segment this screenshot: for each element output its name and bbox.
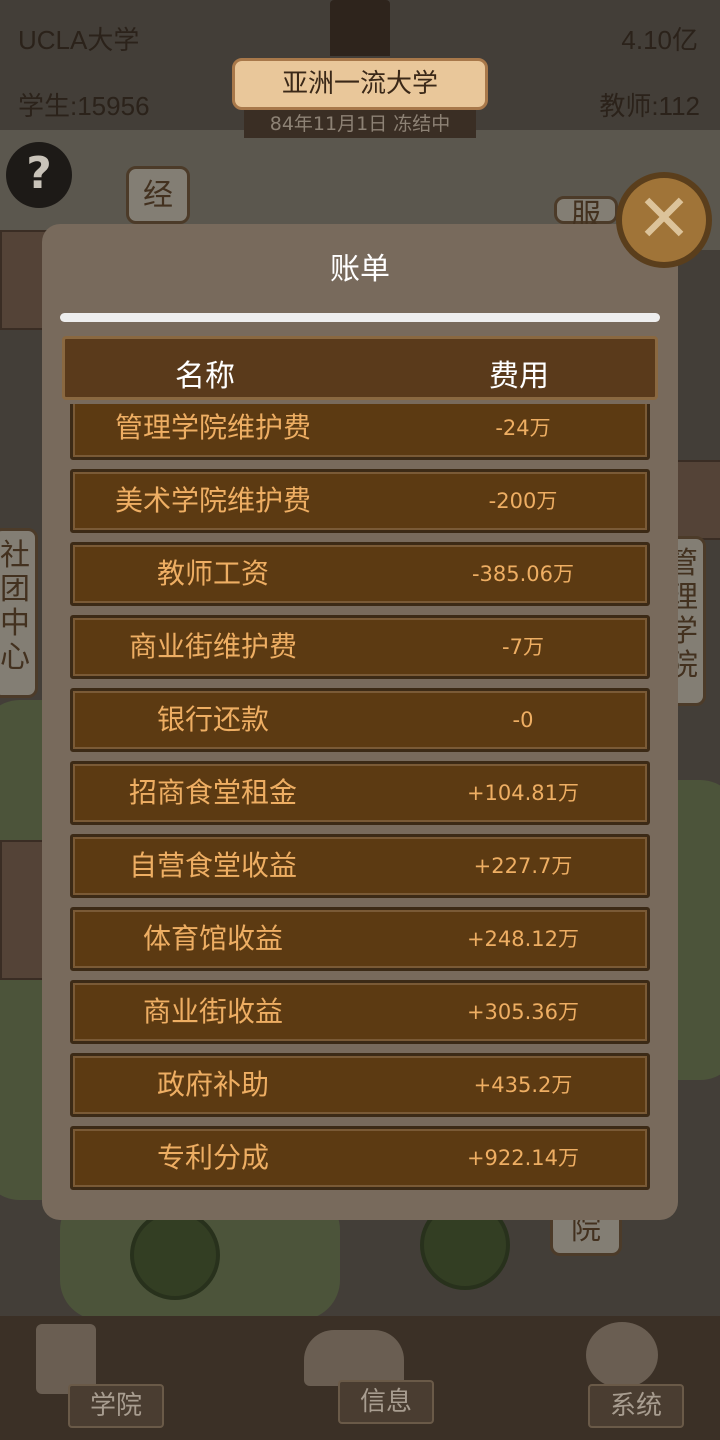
title-divider (60, 313, 660, 322)
close-button[interactable]: ✕ (616, 172, 712, 268)
row-name: 银行还款 (156, 703, 269, 736)
row-name: 商业街维护费 (128, 630, 297, 663)
question-mark-icon: ? (26, 148, 52, 199)
table-header: 名称 费用 (62, 336, 658, 400)
magnifier-icon (586, 1322, 658, 1388)
row-name: 体育馆收益 (142, 922, 283, 955)
row-fee: -385.06万 (471, 562, 575, 586)
nav-system-button[interactable]: 系统 (588, 1384, 684, 1428)
row-name: 商业街收益 (142, 995, 283, 1028)
nav-college-button[interactable]: 学院 (68, 1384, 164, 1428)
table-row: 教师工资 -385.06万 (70, 542, 650, 606)
table-row: 商业街收益 +305.36万 (70, 980, 650, 1044)
table-row: 政府补助 +435.2万 (70, 1053, 650, 1117)
dialog-title: 账单 (330, 252, 390, 287)
column-header-fee: 费用 (489, 359, 549, 394)
school-name: UCLA大学 (18, 25, 140, 55)
bill-list[interactable]: 管理学院维护费 -24万 美术学院维护费 -200万 教师工资 -385.06万… (70, 404, 650, 1194)
column-header-name: 名称 (175, 359, 235, 394)
student-count: 学生:15956 (18, 91, 150, 121)
nav-info-button[interactable]: 信息 (338, 1380, 434, 1424)
row-name: 美术学院维护费 (114, 484, 311, 517)
table-row: 专利分成 +922.14万 (70, 1126, 650, 1190)
row-name: 专利分成 (156, 1141, 269, 1174)
row-name: 教师工资 (156, 557, 269, 590)
row-fee: +227.7万 (473, 854, 573, 878)
table-row: 自营食堂收益 +227.7万 (70, 834, 650, 898)
funds-value: 4.10亿 (621, 25, 698, 55)
table-row: 银行还款 -0 (70, 688, 650, 752)
row-fee: +922.14万 (466, 1146, 580, 1170)
rank-banner: 亚洲一流大学 (232, 58, 488, 110)
row-name: 招商食堂租金 (128, 776, 297, 809)
row-name: 自营食堂收益 (128, 849, 297, 882)
bottom-nav: 学院 信息 系统 (0, 1316, 720, 1440)
date-status: 84年11月1日 冻结中 (244, 110, 476, 138)
table-row: 美术学院维护费 -200万 (70, 469, 650, 533)
row-name: 政府补助 (156, 1068, 269, 1101)
row-fee: +305.36万 (466, 1000, 580, 1024)
row-fee: -200万 (488, 489, 558, 513)
row-name: 管理学院维护费 (114, 411, 311, 444)
row-fee: +248.12万 (466, 927, 580, 951)
row-fee: +104.81万 (466, 781, 580, 805)
table-row: 招商食堂租金 +104.81万 (70, 761, 650, 825)
table-row: 管理学院维护费 -24万 (70, 404, 650, 460)
table-row: 体育馆收益 +248.12万 (70, 907, 650, 971)
building-icon (330, 0, 390, 56)
row-fee: -7万 (502, 635, 544, 659)
close-x-icon: ✕ (636, 180, 692, 257)
row-fee: +435.2万 (473, 1073, 573, 1097)
table-row: 商业街维护费 -7万 (70, 615, 650, 679)
row-fee: -0 (512, 708, 534, 732)
row-fee: -24万 (495, 416, 551, 440)
help-button[interactable]: ? (6, 142, 72, 208)
book-icon (304, 1330, 404, 1386)
teacher-count: 教师:112 (599, 91, 700, 121)
